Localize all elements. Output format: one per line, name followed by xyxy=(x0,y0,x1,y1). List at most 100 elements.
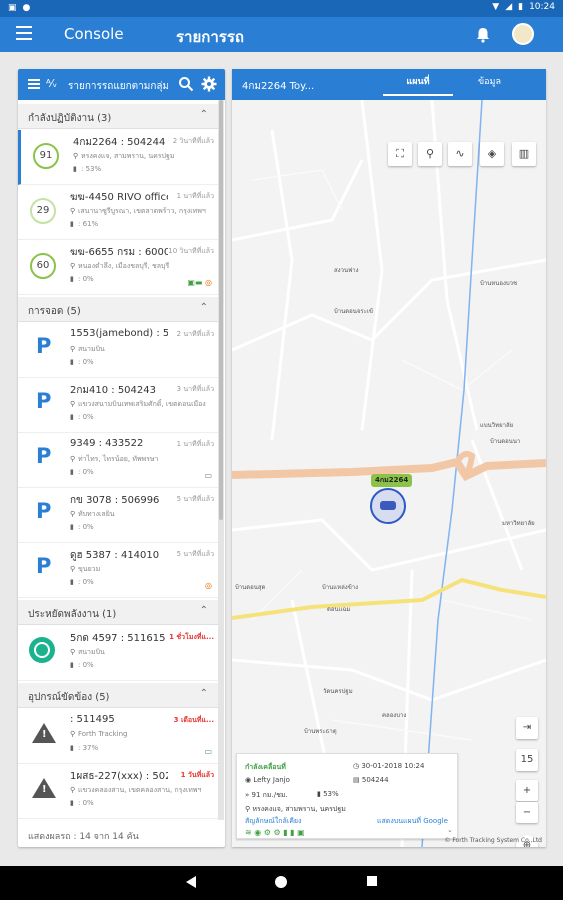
system-nav-bar xyxy=(0,866,563,900)
gear-icon[interactable] xyxy=(201,76,217,92)
status-text: กำลังเคลื่อนที่ xyxy=(245,763,286,771)
list-item[interactable]: P 1553(jamebond) : 513... 2 นาทีที่แล้ว … xyxy=(18,323,218,378)
fuel-icon: ▮ xyxy=(70,358,74,366)
layers-icon[interactable]: ◈ xyxy=(480,142,504,166)
speed-ring: 29 xyxy=(30,198,56,224)
list-item[interactable]: ! : 511495 3 เดือนที่แ... ⚲ Forth Trackin… xyxy=(18,709,218,764)
list-header: ᴬ⁄ᵥ รายการรถแยกตามกลุ่ม xyxy=(18,69,225,100)
parking-icon: P xyxy=(36,444,52,468)
pin-icon: ⚲ xyxy=(70,400,76,408)
car-marker-label: 4กม2264 xyxy=(371,474,413,487)
google-maps-link[interactable]: แสดงบนแผนที่ Google xyxy=(377,816,448,827)
pin-icon: ⚲ xyxy=(70,510,76,518)
group-header-device-error[interactable]: อุปกรณ์ขัดข้อง (5) ⌃ xyxy=(18,683,218,708)
home-icon[interactable] xyxy=(274,875,288,889)
parking-icon: P xyxy=(36,334,52,358)
group-header-parking[interactable]: การจอด (5) ⌃ xyxy=(18,297,218,322)
map-canvas[interactable]: ⛶ ⚲ ∿ ◈ ▥ สงวนฟาง บ้านดอนจระเข้ บ้านหนอง… xyxy=(232,100,546,847)
clock: 10:24 xyxy=(529,2,555,12)
list-item[interactable]: 29 ฆฆ-4450 RIVO office ... 1 นาทีที่แล้ว… xyxy=(18,185,218,240)
list-item[interactable]: P กข 3078 : 506996 5 นาทีที่แล้ว ⚲ ทับทาง… xyxy=(18,488,218,543)
avatar[interactable] xyxy=(512,23,534,45)
zoom-out-button[interactable]: − xyxy=(516,802,538,823)
user-icon: ◉ xyxy=(245,776,252,784)
list-item[interactable]: ! 1ผสธ-227(xxx) : 5029... 1 วันที่แล้ว ⚲… xyxy=(18,764,218,819)
tab-info[interactable]: ข้อมูล xyxy=(467,74,512,88)
bell-icon[interactable] xyxy=(475,27,491,43)
map-header: 4กม2264 Toy... แผนที่ ข้อมูล xyxy=(232,69,546,100)
location-pin-icon[interactable]: ⚲ xyxy=(418,142,442,166)
chevron-up-icon: ⌃ xyxy=(199,605,208,616)
chevron-up-icon: ⌃ xyxy=(199,688,208,699)
group-header-working[interactable]: กำลังปฏิบัติงาน (3) ⌃ xyxy=(18,104,218,129)
history-icon[interactable]: ⇥ xyxy=(516,717,538,739)
pin-icon: ⚲ xyxy=(73,152,79,160)
zoom-in-button[interactable]: + xyxy=(516,780,538,801)
alert-icon: ◎ xyxy=(205,581,212,590)
list-item[interactable]: P 2กม410 : 504243 3 นาทีที่แล้ว ⚲ แขวงสนา… xyxy=(18,378,218,433)
speed-ring: 60 xyxy=(30,253,56,279)
map-type-icon[interactable]: ▥ xyxy=(512,142,536,166)
chevron-up-icon: ⌃ xyxy=(199,109,208,120)
pin-icon: ⚲ xyxy=(70,648,76,656)
fuel-icon: ▮ xyxy=(70,275,74,283)
pin-icon: ⚲ xyxy=(70,207,76,215)
search-icon[interactable] xyxy=(178,76,194,92)
pin-icon: ⚲ xyxy=(70,565,76,573)
recents-icon[interactable] xyxy=(366,875,378,887)
list-scrollbar-thumb[interactable] xyxy=(219,100,223,520)
vehicle-title: 4กม2264 Toy... xyxy=(242,81,315,92)
list-item[interactable]: 5กด 4597 : 511615 1 ชั่วโมงที่แ... ⚲ สนาม… xyxy=(18,626,218,681)
menu-icon[interactable] xyxy=(16,26,32,40)
fuel-icon: ▮ xyxy=(70,220,74,228)
list-item[interactable]: P 9349 : 433522 1 นาทีที่แล้ว ⚲ ท่าไทร, ไ… xyxy=(18,433,218,488)
page-title: รายการรถ xyxy=(176,28,244,46)
list-title[interactable]: รายการรถแยกตามกลุ่ม xyxy=(68,79,168,94)
fuel-icon: ▮ xyxy=(70,413,74,421)
list-item[interactable]: 60 ฆฆ-6655 กรม : 6000... 10 วินาทีที่แล้… xyxy=(18,240,218,295)
route-icon[interactable]: ∿ xyxy=(448,142,472,166)
device-icon: ▤ xyxy=(353,776,360,784)
tab-map[interactable]: แผนที่ xyxy=(383,74,453,96)
map-panel: 4กม2264 Toy... แผนที่ ข้อมูล ⛶ ⚲ ∿ ◈ ▥ ส… xyxy=(232,69,546,847)
app-bar: Console รายการรถ xyxy=(0,17,563,52)
fullscreen-icon[interactable]: ⛶ xyxy=(388,142,412,166)
fuel-icon: ▮ xyxy=(70,661,74,669)
power-saving-icon xyxy=(29,637,55,663)
group-header-power-saving[interactable]: ประหยัดพลังงาน (1) ⌃ xyxy=(18,600,218,625)
pin-icon: ⚲ xyxy=(245,805,251,813)
pin-icon: ⚲ xyxy=(70,345,76,353)
parking-icon: P xyxy=(36,499,52,523)
list-menu-icon[interactable] xyxy=(28,79,40,89)
card-icon: ▭ xyxy=(204,471,212,480)
list-footer: แสดงผลรถ : 14 จาก 14 คัน xyxy=(28,832,139,842)
camera-icon: ▣▬ ◎ xyxy=(187,278,212,287)
vehicle-info-box: กำลังเคลื่อนที่ ◷ 30-01-2018 10:24 ◉ Lef… xyxy=(236,753,458,839)
card-icon: ▭ xyxy=(204,747,212,756)
pin-icon: ⚲ xyxy=(70,455,76,463)
pin-icon: ⚲ xyxy=(70,730,76,738)
speed-icon: » xyxy=(245,791,250,799)
pin-icon: ⚲ xyxy=(70,786,76,794)
pin-icon: ⚲ xyxy=(70,262,76,270)
chevron-down-icon[interactable]: ⌄ xyxy=(447,826,453,834)
chevron-up-icon: ⌃ xyxy=(199,302,208,313)
parking-icon: P xyxy=(36,554,52,578)
status-bar: ▣ ● ▼ ◢ ▮ 10:24 xyxy=(0,0,563,17)
notification-icon: ▣ xyxy=(8,3,17,13)
back-icon[interactable] xyxy=(185,875,197,889)
fuel-icon: ▮ xyxy=(70,468,74,476)
sort-icon[interactable]: ᴬ⁄ᵥ xyxy=(46,77,57,90)
nearby-link[interactable]: สัญลักษณ์ใกล้เคียง xyxy=(245,816,301,827)
list-item[interactable]: 91 4กม2264 : 504244 2 วินาทีที่แล้ว ⚲ หรง… xyxy=(18,130,218,185)
vehicle-list-panel: ᴬ⁄ᵥ รายการรถแยกตามกลุ่ม กำลังปฏิบัติงาน … xyxy=(18,69,225,847)
car-marker-icon[interactable] xyxy=(370,488,406,524)
console-label[interactable]: Console xyxy=(64,25,124,43)
sensor-icons: ≋ ◉ ⚙ ⚙ ▮ ▮ ▣ xyxy=(245,828,305,837)
battery-icon: ▮ xyxy=(518,2,524,12)
fuel-icon: ▮ xyxy=(70,744,74,752)
zoom-level[interactable]: 15 xyxy=(516,749,538,771)
fuel-icon: ▮ xyxy=(70,578,74,586)
list-item[interactable]: P ดูฮ 5387 : 414010 5 นาทีที่แล้ว ⚲ ขุนยว… xyxy=(18,543,218,598)
copyright: © Forth Tracking System Co.,Ltd xyxy=(444,837,542,844)
